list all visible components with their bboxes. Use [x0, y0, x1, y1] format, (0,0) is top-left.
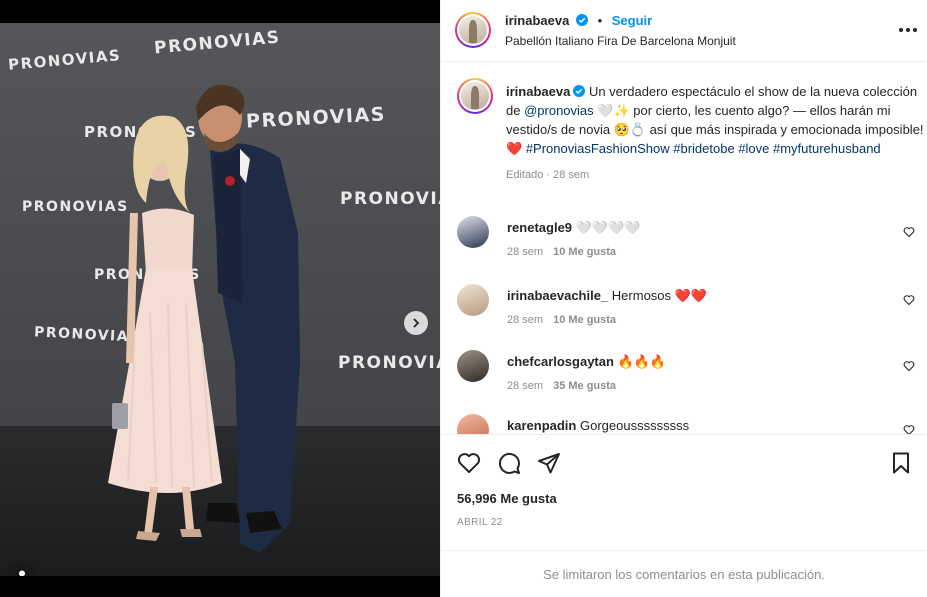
more-dots-icon — [899, 28, 903, 32]
post-header: irinabaeva • Seguir Pabellón Italiano Fi… — [441, 0, 927, 62]
post-photo[interactable]: PRONOVIAS PRONOVIAS PRONOVIAS PRONOVIAS … — [0, 23, 440, 576]
comment-item: renetagle9 🤍🤍🤍🤍 28 sem 10 Me gusta — [457, 216, 919, 276]
brand-text: PRONOVIAS — [340, 189, 440, 209]
heart-outline-icon[interactable] — [903, 294, 915, 306]
separator-dot: • — [597, 13, 603, 28]
post-media: PRONOVIAS PRONOVIAS PRONOVIAS PRONOVIAS … — [0, 0, 440, 597]
like-heart-icon[interactable] — [457, 451, 481, 475]
user-tag-icon — [19, 570, 25, 576]
comment-text: Hermosos ❤️❤️ — [611, 288, 708, 303]
comment-time: 28 sem — [507, 246, 544, 258]
header-title-row: irinabaeva • Seguir — [505, 13, 652, 28]
comment-text: 🔥🔥🔥 — [617, 354, 667, 369]
comment-likes[interactable]: 10 Me gusta — [553, 246, 616, 258]
more-options-button[interactable] — [897, 20, 919, 40]
share-send-icon[interactable] — [537, 451, 561, 475]
author-username[interactable]: irinabaeva — [505, 13, 569, 28]
comments-scroll-area[interactable]: irinabaeva Un verdadero espectáculo el s… — [441, 62, 927, 434]
comment-item: karenpadin Gorgeousssssssss — [457, 414, 919, 434]
caption-avatar[interactable] — [457, 78, 493, 114]
brand-text: PRONOVIAS — [338, 353, 440, 373]
heart-outline-icon[interactable] — [903, 360, 915, 372]
commenter-avatar[interactable] — [457, 284, 489, 316]
heart-outline-icon[interactable] — [903, 424, 915, 434]
commenter-avatar[interactable] — [457, 350, 489, 382]
post-actions: 56,996 Me gusta ABRIL 22 — [441, 434, 927, 550]
caption-meta: Editado · 28 sem — [506, 169, 590, 181]
author-avatar[interactable] — [455, 12, 491, 48]
comment-time: 28 sem — [507, 314, 544, 326]
mention-link[interactable]: @pronovias — [524, 103, 594, 118]
likes-count[interactable]: 56,996 Me gusta — [457, 491, 557, 506]
commenter-avatar[interactable] — [457, 414, 489, 434]
verified-badge-icon — [575, 14, 588, 26]
bookmark-save-icon[interactable] — [889, 451, 913, 475]
hashtags-link[interactable]: #PronoviasFashionShow #bridetobe #love #… — [526, 141, 881, 156]
follow-button[interactable]: Seguir — [612, 13, 652, 28]
comment-item: irinabaevachile_ Hermosos ❤️❤️ 28 sem 10 … — [457, 284, 919, 344]
caption-username[interactable]: irinabaeva — [506, 84, 570, 99]
comment-text: 🤍🤍🤍🤍 — [575, 220, 641, 235]
post-date: ABRIL 22 — [457, 517, 503, 528]
post-details: irinabaeva • Seguir Pabellón Italiano Fi… — [440, 0, 927, 597]
commenter-username[interactable]: karenpadin — [507, 418, 576, 433]
post-location[interactable]: Pabellón Italiano Fira De Barcelona Monj… — [505, 34, 736, 48]
comment-likes[interactable]: 35 Me gusta — [553, 380, 616, 392]
comment-likes[interactable]: 10 Me gusta — [553, 314, 616, 326]
commenter-username[interactable]: renetagle9 — [507, 220, 572, 235]
commenter-username[interactable]: irinabaevachile_ — [507, 288, 608, 303]
next-photo-button[interactable] — [404, 311, 428, 335]
comment-time: 28 sem — [507, 380, 544, 392]
commenter-avatar[interactable] — [457, 216, 489, 248]
comment-bubble-icon[interactable] — [497, 451, 521, 475]
heart-outline-icon[interactable] — [903, 226, 915, 238]
verified-badge-icon — [573, 85, 586, 97]
caption-text: irinabaeva Un verdadero espectáculo el s… — [506, 82, 926, 185]
chevron-right-icon — [413, 318, 420, 328]
comment-text: Gorgeousssssssss — [579, 418, 690, 433]
commenter-username[interactable]: chefcarlosgaytan — [507, 354, 614, 369]
comments-limited-notice: Se limitaron los comentarios en esta pub… — [441, 550, 927, 597]
couple-illustration — [108, 84, 300, 553]
comment-item: chefcarlosgaytan 🔥🔥🔥 28 sem 35 Me gusta — [457, 350, 919, 410]
